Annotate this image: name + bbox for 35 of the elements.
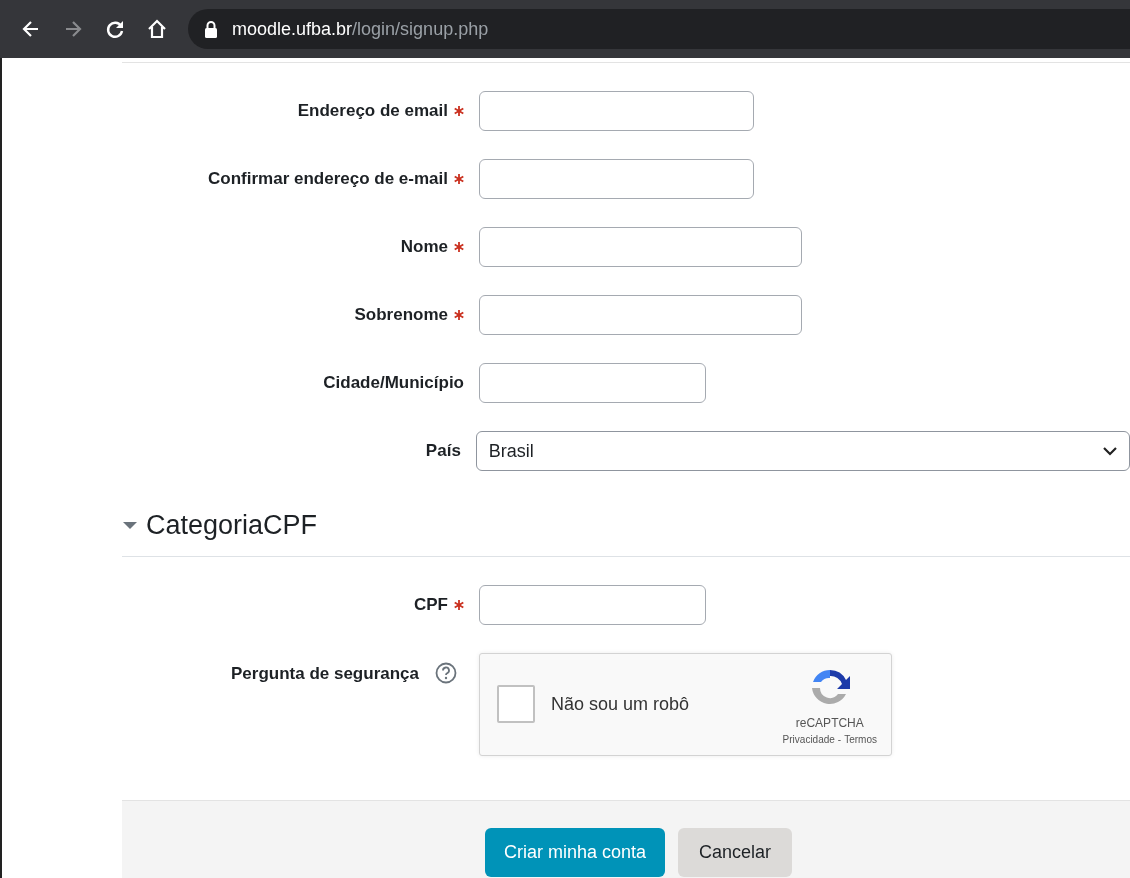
recaptcha-brand: reCAPTCHA [795,714,864,732]
input-field[interactable] [479,363,706,403]
footer-link[interactable]: Termos [844,731,877,747]
home-icon [146,18,168,40]
required-icon [454,242,464,252]
input-field[interactable] [479,227,802,267]
footer-link[interactable]: Privacidade [782,731,835,747]
field-label: Cidade/Município [323,372,464,395]
help-icon[interactable] [435,662,457,685]
url-text: moodle.ufba.br/login/signup.php [232,17,489,41]
field-label: Endereço de email [297,100,448,123]
section-heading: CategoriaCPF [146,509,318,542]
captcha-label: Não sou um robô [551,692,691,716]
field-label: País [425,440,461,463]
link-separator: - [837,732,842,747]
captcha-checkbox[interactable] [497,685,535,723]
create-account-button[interactable]: Criar minha conta [485,827,666,877]
input-field[interactable] [479,159,754,199]
cancel-button[interactable]: Cancelar [678,827,793,877]
field-label: Sobrenome [354,304,448,327]
field-label: Pergunta de segurança [231,662,419,685]
required-icon [454,106,464,116]
address-bar[interactable]: moodle.ufba.br/login/signup.php [188,9,1130,49]
input-field[interactable] [479,91,754,131]
required-icon [454,310,464,320]
required-icon [454,174,464,184]
lock-icon [204,20,218,38]
field-label: CPF [414,593,448,616]
field-label: Confirmar endereço de e-mail [208,168,448,191]
input-field[interactable] [479,584,706,625]
country-select[interactable]: Brasil [475,431,1130,471]
chevron-down-icon [1103,446,1117,456]
field-label: Nome [400,236,448,259]
input-field[interactable] [479,295,802,335]
required-icon [454,599,464,610]
